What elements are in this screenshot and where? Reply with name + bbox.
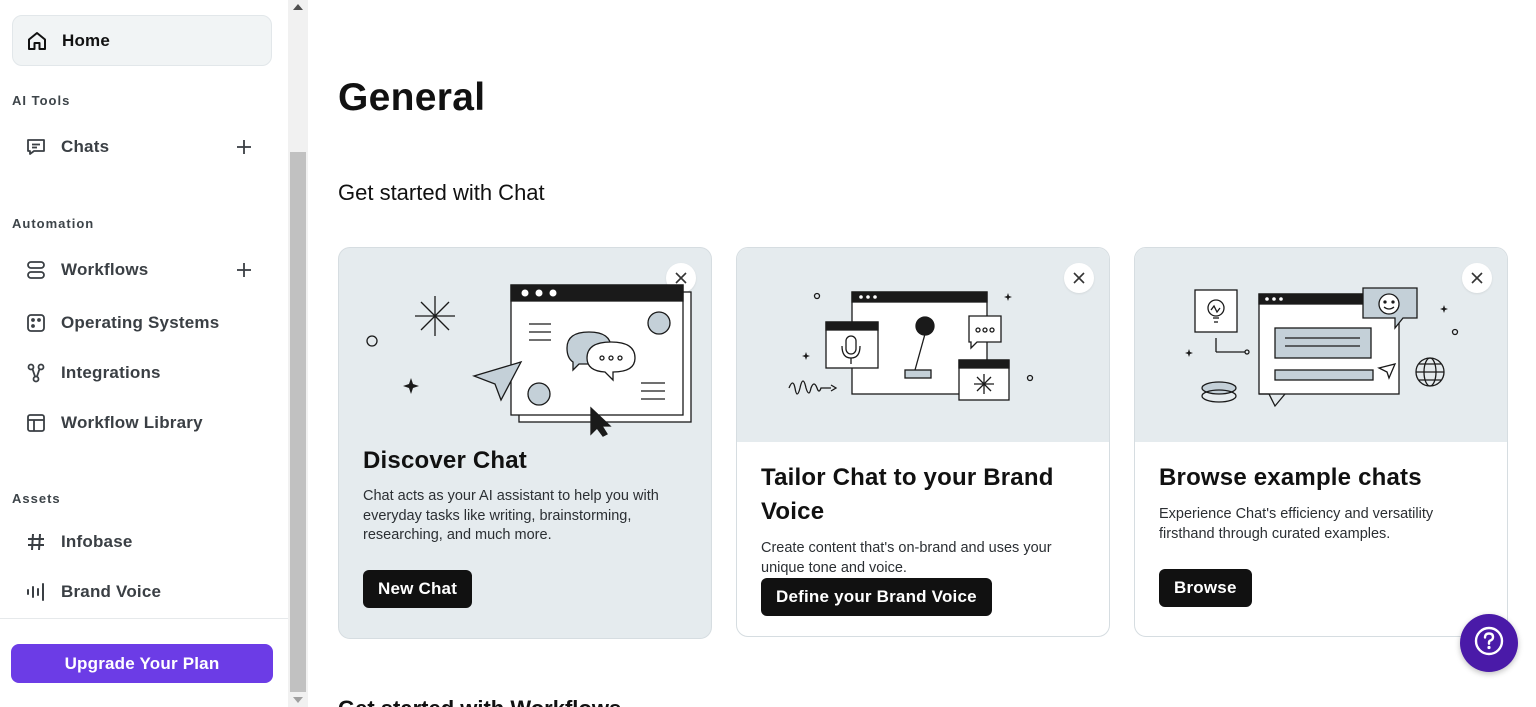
sidebar-item-label: Integrations [61, 363, 161, 382]
sidebar-item-chats[interactable]: Chats [12, 127, 272, 167]
sidebar-item-integrations[interactable]: Integrations [12, 353, 272, 393]
define-brand-voice-button[interactable]: Define your Brand Voice [761, 578, 992, 616]
sound-wave-icon [25, 581, 47, 603]
scroll-up-arrow-icon[interactable] [293, 4, 303, 10]
card-discover-chat: Discover Chat Chat acts as your AI assis… [338, 247, 712, 639]
add-workflow-icon[interactable] [234, 260, 254, 280]
card-description: Experience Chat's efficiency and versati… [1159, 506, 1434, 542]
home-icon [26, 30, 48, 52]
card-title: Discover Chat [363, 447, 527, 474]
sidebar-item-label: Workflow Library [61, 413, 203, 432]
browse-button[interactable]: Browse [1159, 569, 1252, 607]
sidebar-divider [0, 618, 288, 619]
sidebar-item-infobase[interactable]: Infobase [12, 522, 272, 562]
sidebar-item-label: Brand Voice [61, 582, 162, 601]
sidebar: Home AI Tools Chats Automation Workflows… [0, 0, 288, 707]
sidebar-item-label: Operating Systems [61, 313, 220, 332]
sidebar-scrollbar[interactable] [288, 0, 308, 707]
browse-examples-illustration [1185, 287, 1459, 408]
add-chat-icon[interactable] [234, 137, 254, 157]
upgrade-plan-button[interactable]: Upgrade Your Plan [11, 644, 273, 683]
card-browse-examples: Browse example chats Experience Chat's e… [1134, 247, 1508, 637]
card-brand-voice: Tailor Chat to your Brand Voice Create c… [736, 247, 1110, 637]
library-icon [25, 412, 47, 434]
integrations-icon [25, 362, 47, 384]
main-content: General Get started with Chat Discover C… [308, 0, 1536, 707]
sidebar-item-label: Home [62, 30, 111, 50]
sidebar-item-label: Workflows [61, 260, 149, 279]
sidebar-item-workflows[interactable]: Workflows [12, 250, 272, 290]
grid-dots-icon [25, 312, 47, 334]
question-icon [1473, 625, 1505, 662]
new-chat-button[interactable]: New Chat [363, 570, 473, 608]
section-label-assets: Assets [12, 491, 61, 506]
scroll-down-arrow-icon[interactable] [293, 697, 303, 703]
card-description: Create content that's on-brand and uses … [761, 540, 1052, 576]
sidebar-item-home[interactable]: Home [12, 15, 272, 66]
workflows-icon [25, 259, 47, 281]
help-button[interactable] [1460, 614, 1518, 672]
page-title: General [338, 76, 486, 119]
chat-illustration [366, 284, 692, 437]
section-title-chat: Get started with Chat [338, 180, 545, 205]
section-label-automation: Automation [12, 216, 95, 231]
section-label-ai-tools: AI Tools [12, 93, 71, 108]
chat-icon [25, 136, 47, 158]
sidebar-item-brand-voice[interactable]: Brand Voice [12, 572, 272, 612]
brand-voice-illustration [788, 291, 1034, 401]
card-title: Tailor Chat to your Brand Voice [761, 464, 1054, 525]
hash-icon [25, 531, 47, 553]
card-description: Chat acts as your AI assistant to help y… [363, 488, 659, 543]
sidebar-item-label: Infobase [61, 532, 133, 551]
card-title: Browse example chats [1159, 464, 1422, 491]
sidebar-item-workflow-library[interactable]: Workflow Library [12, 403, 272, 443]
sidebar-item-operating-systems[interactable]: Operating Systems [12, 303, 272, 343]
scroll-thumb[interactable] [290, 152, 306, 692]
sidebar-item-label: Chats [61, 137, 110, 156]
section-title-workflows: Get started with Workflows [338, 696, 621, 707]
